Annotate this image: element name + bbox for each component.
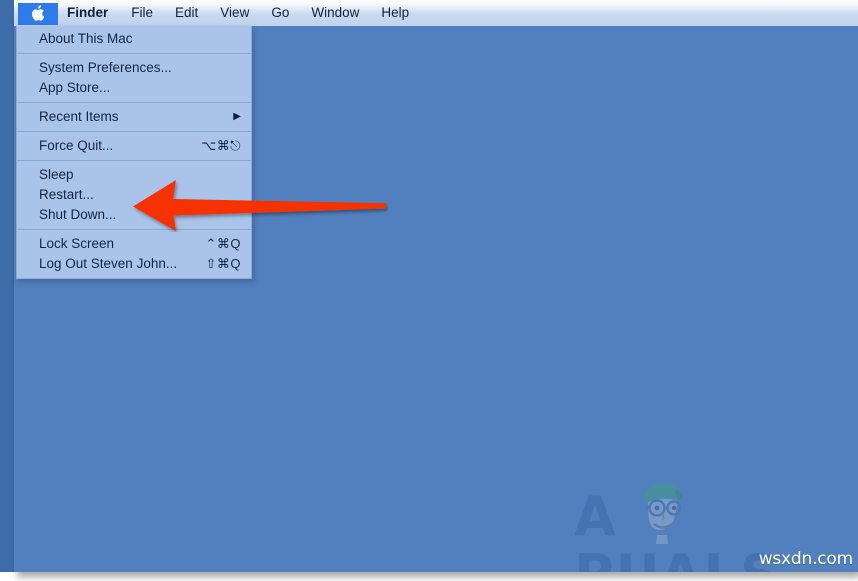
menu-item-force-quit[interactable]: Force Quit... ⌥⌘⎋ <box>17 136 251 156</box>
menu-item-shortcut: ⌃⌘Q <box>205 236 241 251</box>
menu-item-sleep[interactable]: Sleep <box>17 165 251 185</box>
site-watermark-text: wsxdn.com <box>758 549 854 569</box>
menu-separator <box>17 160 251 161</box>
menu-separator <box>17 53 251 54</box>
appuals-mascot-icon <box>644 483 683 544</box>
menu-item-log-out[interactable]: Log Out Steven John... ⇧⌘Q <box>17 254 251 274</box>
chevron-right-icon: ▶ <box>233 111 241 122</box>
menu-item-app-store[interactable]: App Store... <box>17 78 251 98</box>
menubar-item-edit[interactable]: Edit <box>164 3 209 25</box>
menu-item-shortcut: ⌥⌘⎋ <box>201 138 241 153</box>
menubar-item-file[interactable]: File <box>120 3 164 25</box>
menubar-item-go[interactable]: Go <box>260 3 300 25</box>
menu-item-label: Recent Items <box>39 109 119 124</box>
menu-item-about-this-mac[interactable]: About This Mac <box>17 29 251 49</box>
menubar-item-window[interactable]: Window <box>300 3 370 25</box>
menubar-item-help[interactable]: Help <box>370 3 420 25</box>
menu-item-label: Shut Down... <box>39 207 117 222</box>
appuals-watermark: A PUALS <box>574 482 834 572</box>
menu-separator <box>17 131 251 132</box>
menu-item-label: Lock Screen <box>39 236 115 251</box>
menu-item-label: Sleep <box>39 167 74 182</box>
menu-item-label: Log Out Steven John... <box>39 256 178 271</box>
apple-logo-icon <box>31 4 45 22</box>
screen-left-edge <box>0 0 14 572</box>
apple-menu-button[interactable] <box>18 3 58 25</box>
menu-separator <box>17 229 251 230</box>
menu-item-recent-items[interactable]: Recent Items ▶ <box>17 107 251 127</box>
menu-item-label: System Preferences... <box>39 60 172 75</box>
menu-item-shut-down[interactable]: Shut Down... <box>17 205 251 225</box>
menu-item-shortcut: ⇧⌘Q <box>205 256 241 271</box>
menu-item-label: About This Mac <box>39 31 133 46</box>
menu-item-label: App Store... <box>39 80 111 95</box>
menu-bar: Finder File Edit View Go Window Help <box>14 0 858 26</box>
menubar-item-finder[interactable]: Finder <box>58 3 120 25</box>
menu-item-restart[interactable]: Restart... <box>17 185 251 205</box>
apple-menu-dropdown: About This Mac System Preferences... App… <box>16 26 252 279</box>
menu-item-label: Force Quit... <box>39 138 114 153</box>
mac-desktop-screen: Finder File Edit View Go Window Help Abo… <box>14 0 858 572</box>
menubar-item-view[interactable]: View <box>209 3 260 25</box>
menu-item-label: Restart... <box>39 187 94 202</box>
menu-item-lock-screen[interactable]: Lock Screen ⌃⌘Q <box>17 234 251 254</box>
menu-item-system-preferences[interactable]: System Preferences... <box>17 58 251 78</box>
menu-separator <box>17 102 251 103</box>
